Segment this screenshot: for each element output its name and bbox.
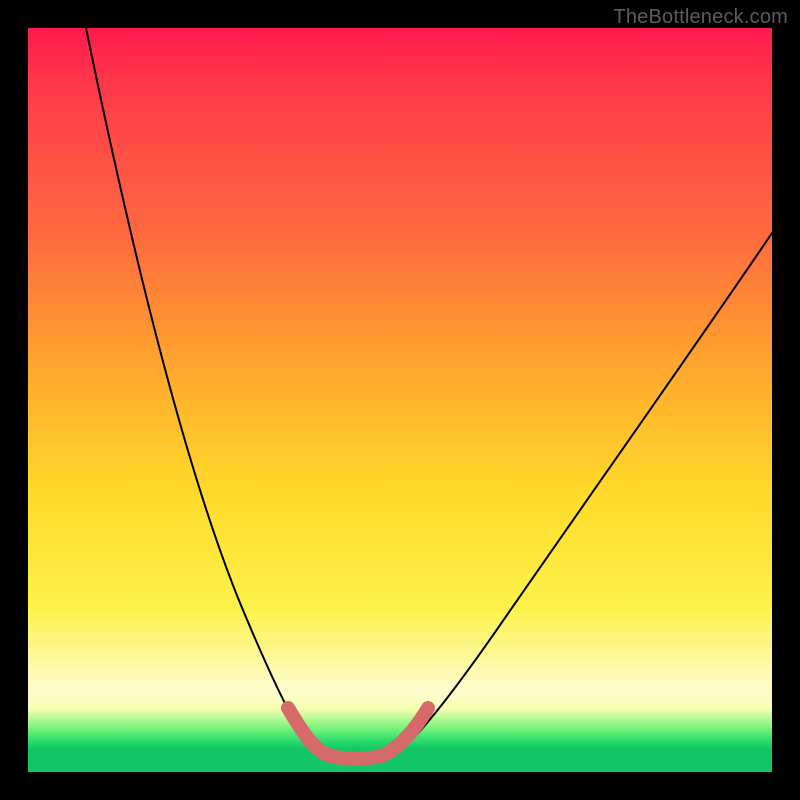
plot-area (28, 28, 772, 772)
right-curve (400, 233, 772, 751)
valley-highlight (288, 708, 428, 759)
watermark-text: TheBottleneck.com (613, 6, 788, 29)
left-curve (86, 28, 311, 748)
curves-svg (28, 28, 772, 772)
chart-frame: TheBottleneck.com (0, 0, 800, 800)
